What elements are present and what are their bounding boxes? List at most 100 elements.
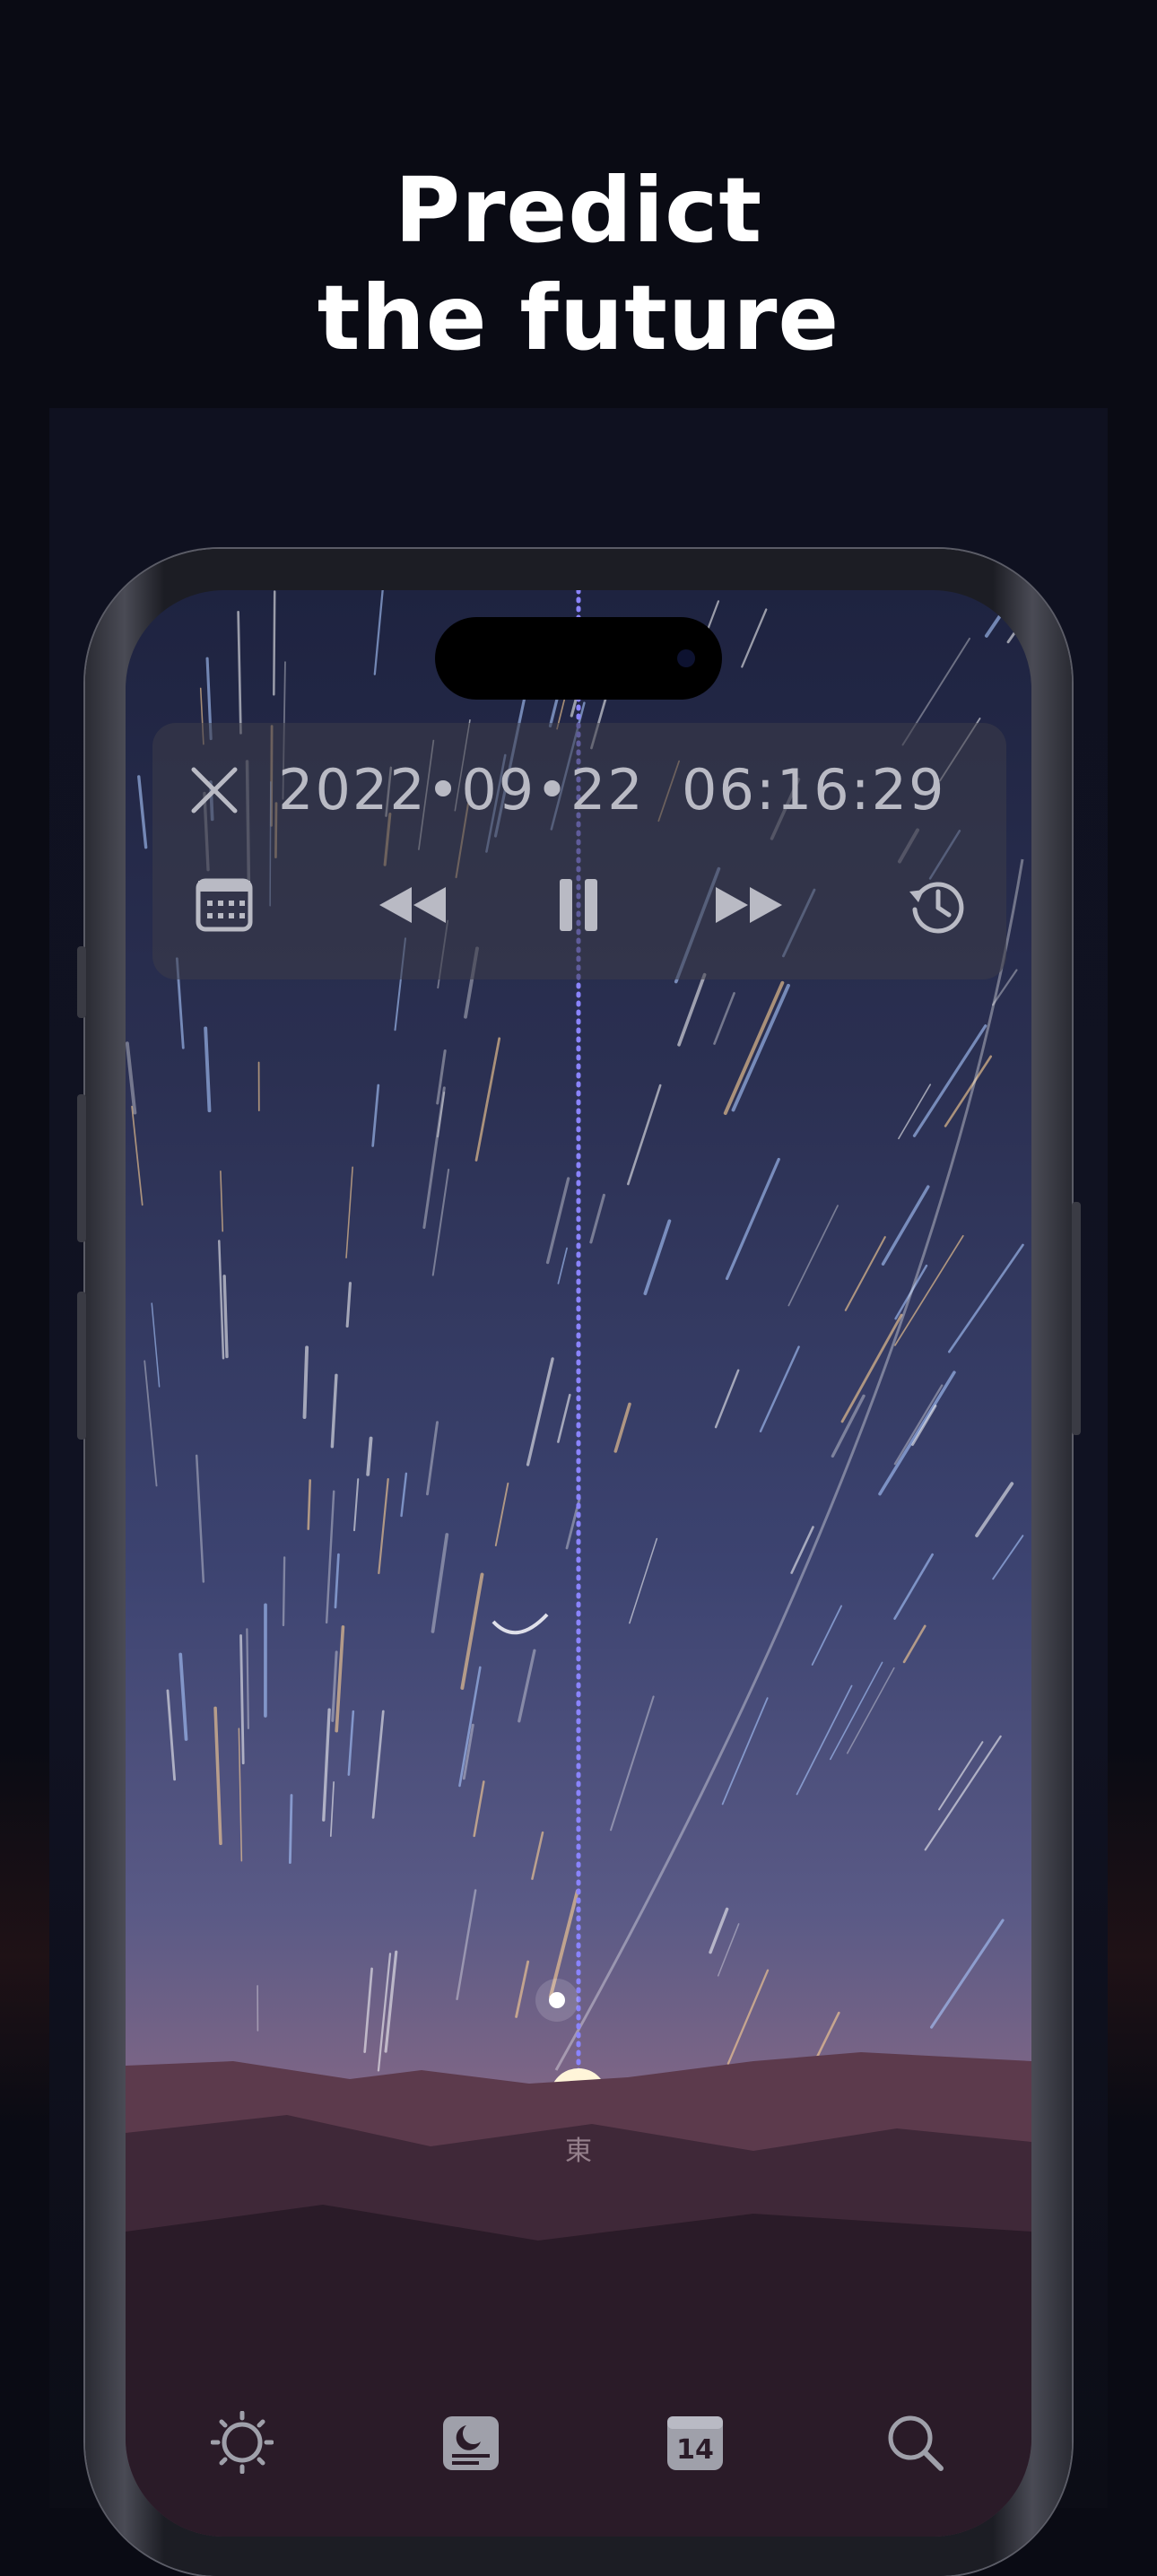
star-trail	[883, 1187, 928, 1264]
star-trail	[558, 1395, 570, 1441]
star-trail	[716, 1371, 738, 1427]
star-trail	[309, 1480, 310, 1528]
star-trail	[152, 1303, 159, 1387]
fast-forward-icon[interactable]	[709, 874, 789, 936]
star-trail	[548, 1179, 569, 1263]
star-trail	[373, 1711, 383, 1817]
star-trail	[333, 1652, 336, 1721]
star-trail	[558, 1249, 567, 1284]
history-icon[interactable]	[906, 874, 969, 936]
star-trail	[734, 986, 788, 1110]
pause-icon[interactable]	[547, 874, 610, 936]
star-trail	[219, 1241, 223, 1359]
star-trail	[457, 1891, 476, 1999]
star-trail	[517, 1962, 528, 2016]
volume-down-button	[77, 1292, 86, 1440]
time-display[interactable]: 06:16:29	[682, 757, 945, 822]
star-trail	[346, 1167, 352, 1258]
star-trail	[283, 1557, 284, 1624]
star-trail	[926, 1736, 1001, 1849]
search-icon[interactable]	[883, 2411, 946, 2474]
star-trail	[987, 597, 1013, 636]
star-trail	[832, 1396, 864, 1456]
date-display[interactable]: 2022•09•22	[278, 757, 645, 822]
star-trail	[880, 1372, 954, 1493]
star-trail	[386, 1952, 396, 2051]
star-trail	[761, 1347, 799, 1432]
star-trail	[831, 1662, 883, 1759]
star-trail	[679, 975, 705, 1045]
dynamic-island	[435, 617, 722, 700]
star-trail	[349, 1711, 353, 1774]
compass-east-label: 東	[565, 2128, 592, 2168]
star-trail	[528, 1359, 553, 1465]
star-trail	[949, 1245, 1022, 1352]
close-icon[interactable]	[187, 762, 242, 818]
star-trail	[373, 1085, 378, 1146]
star-trail	[144, 1361, 156, 1485]
star-trail	[1008, 611, 1031, 642]
star-trail	[727, 1160, 779, 1279]
star-trail	[326, 1492, 334, 1623]
front-camera	[677, 649, 695, 667]
star-trail	[305, 1347, 308, 1417]
star-trail	[797, 1685, 852, 1794]
star-trail	[139, 777, 146, 848]
star-trail	[895, 1386, 942, 1464]
star-trail	[818, 2013, 839, 2056]
star-trail	[591, 1195, 605, 1241]
headline-line-2: the future	[0, 265, 1157, 372]
star-trail	[205, 1028, 209, 1110]
star-trail	[196, 1456, 204, 1582]
star-trail	[474, 1781, 484, 1835]
star-trail	[728, 1971, 768, 2064]
star-trail	[718, 1924, 739, 1976]
star-trail	[215, 1708, 221, 1843]
star-trail	[168, 1691, 175, 1780]
star-trail	[239, 1728, 241, 1861]
star-trail	[726, 983, 783, 1113]
star-trail	[402, 1474, 406, 1516]
phone-screen[interactable]: 東 2022•09•22 06:16:29	[126, 590, 1031, 2537]
star-trail	[427, 1423, 437, 1494]
rewind-icon[interactable]	[372, 874, 453, 936]
mountain-ridge-near	[126, 2205, 1031, 2537]
star-trail	[375, 590, 383, 674]
star-trail	[221, 1171, 222, 1231]
star-trail	[433, 1170, 448, 1275]
star-trail	[180, 1654, 186, 1739]
star-trail	[368, 1439, 370, 1475]
sun-icon[interactable]	[211, 2411, 274, 2474]
star-trail	[742, 610, 766, 667]
crescent-moon-icon[interactable]	[493, 1614, 547, 1632]
star-trail	[132, 1107, 143, 1205]
star-trail	[335, 1554, 338, 1607]
star-trail	[378, 1479, 387, 1573]
star-trail	[224, 1276, 227, 1357]
calendar-icon[interactable]	[193, 874, 256, 936]
star-trail	[239, 612, 241, 733]
star-trail	[710, 1909, 727, 1952]
planet-glow	[535, 1979, 578, 2022]
star-trail	[424, 1088, 444, 1228]
star-trail	[945, 1057, 991, 1127]
star-trail	[354, 1479, 358, 1530]
star-trail	[476, 1039, 500, 1161]
star-trail	[792, 1527, 813, 1573]
star-trail	[127, 1043, 135, 1112]
star-trail	[347, 1284, 350, 1327]
star-trail-long	[556, 859, 1022, 2070]
power-button	[1072, 1202, 1081, 1435]
volume-up-button	[77, 1094, 86, 1242]
star-trail	[904, 1626, 925, 1662]
headline: Predict the future	[0, 157, 1157, 372]
star-trail	[848, 1668, 894, 1754]
calendar-day-icon[interactable]: 14	[664, 2411, 726, 2474]
star-trail	[336, 1627, 343, 1731]
star-trail	[611, 1697, 654, 1831]
moon-card-icon[interactable]	[439, 2411, 502, 2474]
star-trail	[813, 1606, 841, 1665]
star-trail	[932, 1920, 1003, 2027]
action-button	[77, 946, 86, 1018]
star-trail	[247, 1629, 248, 1728]
